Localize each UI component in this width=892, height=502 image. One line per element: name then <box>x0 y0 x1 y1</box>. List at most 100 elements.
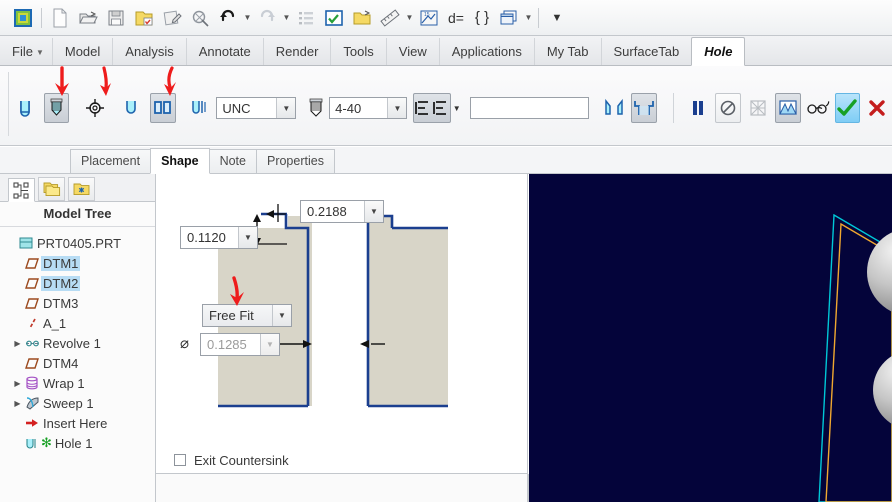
depth-value-field[interactable] <box>470 100 588 116</box>
tree-item-label: PRT0405.PRT <box>37 235 122 251</box>
exit-countersink-row[interactable]: Exit Countersink <box>156 446 527 473</box>
exit-countersink-checkbox[interactable] <box>174 454 186 466</box>
add-countersink-button[interactable] <box>601 93 627 123</box>
countersink-depth-field[interactable]: 0.1120 ▼ <box>180 226 258 249</box>
tree-item-hole1[interactable]: ✻ Hole 1 <box>4 433 155 453</box>
regenerate-icon[interactable] <box>187 5 213 31</box>
window-icon[interactable] <box>496 5 522 31</box>
ribbon-tab-file[interactable]: File ▼ <box>0 38 52 65</box>
cancel-button[interactable] <box>864 93 890 123</box>
chevron-down-icon[interactable]: ▼ <box>387 98 407 118</box>
ribbon-tab-annotate[interactable]: Annotate <box>185 38 263 65</box>
ribbon-tab-bar: File ▼ Model Analysis Annotate Render Too… <box>0 36 892 66</box>
counterbore-button[interactable] <box>149 93 176 123</box>
app-logo-icon[interactable] <box>10 5 36 31</box>
resume-button[interactable] <box>715 93 742 123</box>
datum-plane-icon <box>23 297 41 310</box>
screw-size-dropdown[interactable]: 4-40 ▼ <box>329 97 408 119</box>
chevron-down-icon[interactable]: ▼ <box>272 305 291 326</box>
ribbon-tab-render[interactable]: Render <box>262 38 331 65</box>
redo-icon[interactable] <box>254 5 280 31</box>
ribbon-tab-my-tab[interactable]: My Tab <box>533 38 601 65</box>
new-icon[interactable] <box>47 5 73 31</box>
model-player-icon[interactable] <box>293 5 319 31</box>
tree-item-insert-here[interactable]: Insert Here <box>4 413 155 433</box>
tree-item-dtm1[interactable]: DTM1 <box>4 253 155 273</box>
tree-item-sweep1[interactable]: ▶ Sweep 1 <box>4 393 155 413</box>
counterbore-depth-field[interactable]: 0.2188 ▼ <box>300 200 384 223</box>
preview-glasses-button[interactable] <box>805 93 831 123</box>
tree-expander[interactable]: ▶ <box>12 399 23 408</box>
select-items-icon[interactable] <box>321 5 347 31</box>
graphics-window[interactable] <box>529 174 892 502</box>
ribbon-tab-tools[interactable]: Tools <box>330 38 385 65</box>
drilled-profile-button[interactable] <box>120 93 146 123</box>
model-tree-tab[interactable] <box>8 178 35 202</box>
tab-note[interactable]: Note <box>208 149 257 173</box>
folder-browser-tab[interactable] <box>38 177 65 201</box>
tab-placement[interactable]: Placement <box>70 149 152 173</box>
simple-hole-button[interactable] <box>14 93 40 123</box>
dashboard-separator <box>672 93 674 123</box>
datum-plane-icon <box>23 357 41 370</box>
ribbon-tab-analysis[interactable]: Analysis <box>112 38 185 65</box>
hole-dashboard: UNC ▼ 4-40 ▼ ▼ <box>0 66 892 146</box>
shaded-preview-button[interactable] <box>774 93 801 123</box>
screw-size-value: 4-40 <box>335 100 362 116</box>
chevron-down-icon[interactable]: ▼ <box>364 201 383 222</box>
chevron-down-icon[interactable]: ▼ <box>238 227 257 248</box>
ribbon-tab-applications[interactable]: Applications <box>438 38 534 65</box>
tree-item-part[interactable]: PRT0405.PRT <box>4 233 155 253</box>
tree-expander[interactable]: ▶ <box>12 379 23 388</box>
tree-item-wrap1[interactable]: ▶ Wrap 1 <box>4 373 155 393</box>
ribbon-tab-model[interactable]: Model <box>51 38 112 65</box>
tree-item-revolve1[interactable]: ▶ Revolve 1 <box>4 333 155 353</box>
shape-panel: 0.2188 ▼ 0.1120 ▼ Free Fit ▼ ⌀ 0.1285 ▼ … <box>156 174 528 474</box>
standard-hole-button[interactable] <box>43 93 70 123</box>
diameter-symbol-icon: ⌀ <box>180 335 190 352</box>
fit-type-dropdown[interactable]: Free Fit ▼ <box>202 304 292 327</box>
add-counterbore-button[interactable] <box>630 93 657 123</box>
tree-item-label: Sweep 1 <box>43 395 94 411</box>
thread-type-dropdown[interactable]: UNC ▼ <box>216 97 297 119</box>
ok-button[interactable] <box>834 93 861 123</box>
hole-diameter-field[interactable]: 0.1285 ▼ <box>200 333 280 356</box>
ribbon-tab-hole[interactable]: Hole <box>691 37 746 66</box>
favorites-tab[interactable] <box>68 177 95 201</box>
drill-to-intersect-button[interactable] <box>82 93 108 123</box>
sketched-hole-button[interactable] <box>187 93 213 123</box>
undo-dropdown-caret[interactable]: ▼ <box>242 5 253 31</box>
depth-option-caret[interactable]: ▼ <box>451 93 463 123</box>
redo-dropdown-caret[interactable]: ▼ <box>281 5 292 31</box>
open-icon[interactable] <box>75 5 101 31</box>
thread-type-value: UNC <box>222 100 251 116</box>
window-dropdown-caret[interactable]: ▼ <box>523 5 534 31</box>
undo-icon[interactable] <box>215 5 241 31</box>
depth-value-input[interactable] <box>469 97 589 119</box>
measure-icon[interactable] <box>377 5 403 31</box>
wireframe-preview-button[interactable] <box>745 93 771 123</box>
customize-qat-caret[interactable]: ▼ <box>544 5 570 31</box>
tree-item-dtm2[interactable]: DTM2 <box>4 273 155 293</box>
parameters-icon[interactable]: d= <box>444 5 468 31</box>
ribbon-tab-view[interactable]: View <box>385 38 439 65</box>
tab-shape[interactable]: Shape <box>150 148 210 174</box>
depth-option-button[interactable] <box>412 93 451 123</box>
chevron-down-icon[interactable]: ▼ <box>276 98 296 118</box>
measure-dropdown-caret[interactable]: ▼ <box>404 5 415 31</box>
relations-icon[interactable]: 15 <box>416 5 442 31</box>
tab-properties[interactable]: Properties <box>255 149 335 173</box>
tree-item-dtm3[interactable]: DTM3 <box>4 293 155 313</box>
slide-up-panel-tabs: Placement Shape Note Properties <box>0 147 892 174</box>
ribbon-tab-surface-tab[interactable]: SurfaceTab <box>600 38 692 65</box>
tree-item-axis[interactable]: A_1 <box>4 313 155 333</box>
tree-item-dtm4[interactable]: DTM4 <box>4 353 155 373</box>
save-icon[interactable] <box>103 5 129 31</box>
panel-gutter <box>528 474 529 502</box>
folder-browser-icon[interactable] <box>349 5 375 31</box>
pause-button[interactable] <box>686 93 712 123</box>
brackets-icon[interactable]: { } <box>470 5 494 31</box>
save-as-icon[interactable] <box>131 5 157 31</box>
tree-expander[interactable]: ▶ <box>12 339 23 348</box>
edit-icon[interactable] <box>159 5 185 31</box>
